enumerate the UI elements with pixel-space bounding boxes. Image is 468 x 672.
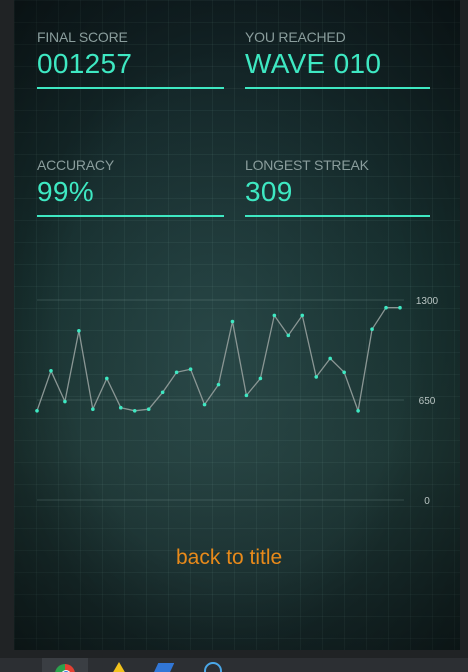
blue-app-icon[interactable] (150, 658, 174, 672)
chart-point (77, 328, 81, 333)
chart-tick-label: 1300 (416, 296, 439, 307)
chart-point (328, 356, 332, 361)
chart-point (356, 408, 360, 413)
chart-point (216, 382, 221, 387)
chart-point (314, 375, 319, 379)
chart-tick-label: 650 (419, 396, 436, 407)
screen: FINAL SCORE 001257 YOU REACHED WAVE 010 … (0, 0, 468, 672)
chart-point (63, 399, 67, 404)
chart-point (105, 376, 109, 381)
chart-point (398, 305, 402, 310)
chart-point (202, 402, 207, 407)
chart-point (91, 407, 95, 412)
chart-point (188, 367, 193, 372)
game-over-screen: FINAL SCORE 001257 YOU REACHED WAVE 010 … (14, 0, 460, 650)
chart-point (258, 376, 263, 381)
chrome-icon[interactable] (42, 658, 88, 672)
chart-point (244, 393, 249, 398)
back-to-title-button[interactable]: back to title (176, 546, 282, 570)
warning-icon[interactable] (108, 658, 130, 672)
chart-point (300, 313, 305, 318)
chart-point (384, 305, 388, 310)
chart-point (286, 333, 291, 338)
taskbar (0, 658, 468, 672)
chart-point (160, 390, 165, 395)
chart-point (174, 370, 179, 375)
circle-app-icon[interactable] (200, 658, 224, 672)
chart-point (132, 408, 137, 413)
chart-tick-label: 0 (424, 496, 430, 507)
chart-point (49, 368, 53, 373)
chart-series-line (36, 307, 400, 414)
chart-point (146, 407, 151, 412)
chart-point (230, 319, 235, 324)
chart-point (35, 408, 39, 413)
chart-point (118, 405, 123, 410)
chart-point (272, 313, 277, 318)
chart-point (342, 370, 346, 375)
chart-point (370, 327, 374, 332)
